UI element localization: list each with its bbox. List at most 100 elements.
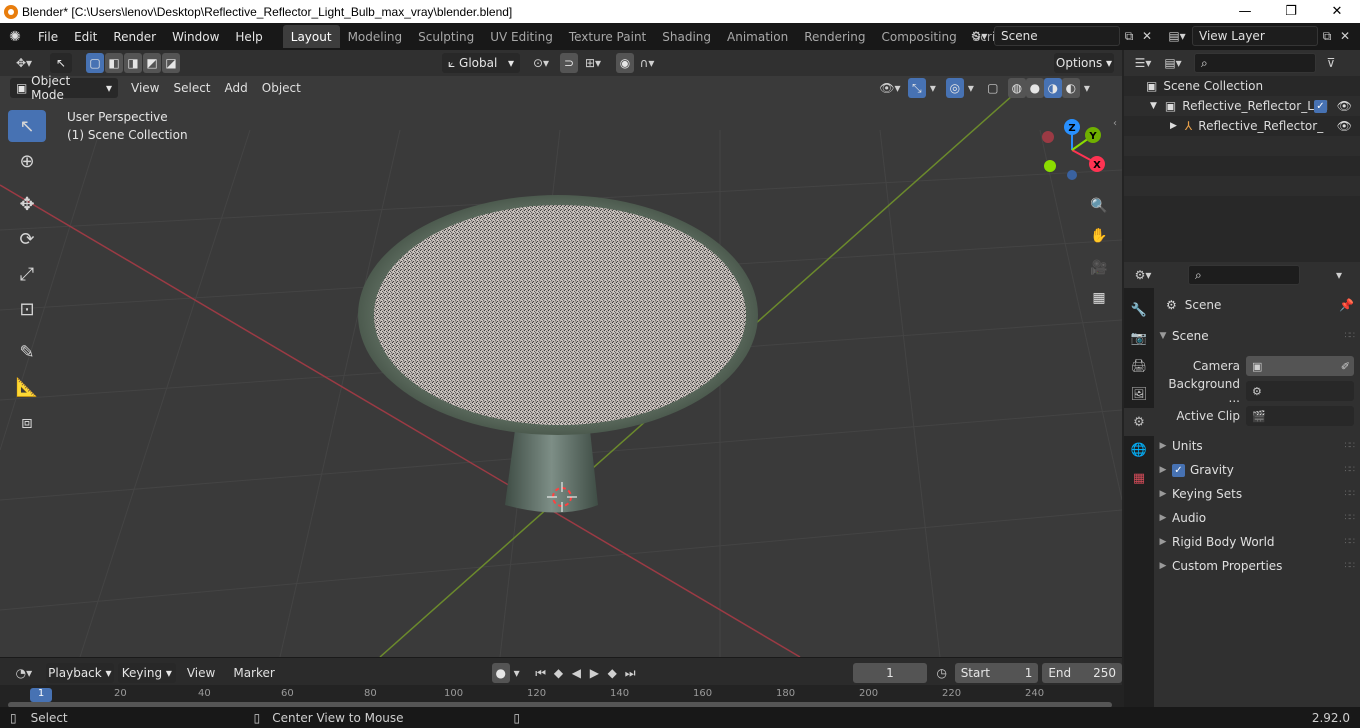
camera-field[interactable]: ▣ ✐ [1246, 356, 1354, 376]
panel-rigid-body-world[interactable]: ▶ Rigid Body World ∷∷ [1154, 530, 1360, 554]
panel-scene[interactable]: ▼ Scene ∷∷ [1154, 324, 1360, 348]
tab-compositing[interactable]: Compositing [873, 25, 964, 48]
chevron-right-icon[interactable]: ▶ [1170, 121, 1177, 131]
drag-handle-icon[interactable]: ∷∷ [1345, 465, 1356, 475]
eye-icon[interactable]: 👁 [1337, 119, 1352, 133]
select-mode-intersect-icon[interactable]: ◪ [162, 53, 180, 73]
drag-handle-icon[interactable]: ∷∷ [1345, 537, 1356, 547]
measure-tool-icon[interactable]: 📐 [8, 371, 46, 403]
background-field[interactable]: ⚙ [1246, 381, 1354, 401]
panel-gravity[interactable]: ▶ ✓ Gravity ∷∷ [1154, 458, 1360, 482]
select-box-icon[interactable]: ↖ [8, 110, 46, 142]
tab-uv-editing[interactable]: UV Editing [482, 25, 561, 48]
select-mode-new-icon[interactable]: ▢ [86, 53, 104, 73]
outliner-search-input[interactable]: ⌕ [1194, 53, 1316, 73]
menu-window[interactable]: Window [164, 23, 227, 50]
timeline-menu-marker[interactable]: Marker [226, 666, 281, 680]
prev-keyframe-icon[interactable]: ◆ [550, 664, 568, 682]
ortho-grid-icon[interactable]: ▦ [1086, 285, 1112, 311]
menu-edit[interactable]: Edit [66, 23, 105, 50]
tab-rendering[interactable]: Rendering [796, 25, 873, 48]
outliner-row-object[interactable]: ▶ ⅄ Reflective_Reflector_ 👁 [1124, 116, 1360, 136]
play-reverse-icon[interactable]: ◀ [567, 664, 585, 682]
playback-dropdown[interactable]: Playback ▾ [45, 663, 114, 683]
properties-search-input[interactable]: ⌕ [1188, 265, 1300, 285]
blender-menu-icon[interactable]: ✺ [0, 29, 30, 45]
gizmo-x-label[interactable]: X [1093, 160, 1101, 171]
xray-icon[interactable]: ▢ [984, 79, 1002, 97]
drag-handle-icon[interactable]: ∷∷ [1345, 489, 1356, 499]
chevron-down-icon[interactable]: ▾ [964, 79, 978, 97]
texture-tab-icon[interactable]: ▦ [1124, 464, 1154, 492]
drag-handle-icon[interactable]: ∷∷ [1345, 441, 1356, 451]
scene-tab-icon[interactable]: ⚙ [1124, 408, 1154, 436]
view-layer-icon[interactable]: ▤▾ [1162, 27, 1192, 45]
delete-view-layer-icon[interactable]: ✕ [1336, 27, 1354, 45]
menu-file[interactable]: File [30, 23, 66, 50]
eye-icon[interactable]: 👁 [1337, 99, 1352, 113]
tab-animation[interactable]: Animation [719, 25, 796, 48]
delete-scene-icon[interactable]: ✕ [1138, 27, 1156, 45]
panel-units[interactable]: ▶ Units ∷∷ [1154, 434, 1360, 458]
pan-hand-icon[interactable]: ✋ [1086, 223, 1112, 249]
active-clip-field[interactable]: 🎬 [1246, 406, 1354, 426]
gizmo-y-label[interactable]: Y [1088, 131, 1097, 142]
menu-render[interactable]: Render [105, 23, 164, 50]
view-layer-tab-icon[interactable]: 🖼 [1124, 380, 1154, 408]
wireframe-shading-icon[interactable]: ◍ [1007, 78, 1026, 98]
mode-dropdown[interactable]: ▣ Object Mode ▾ [10, 74, 118, 102]
keying-dropdown[interactable]: Keying ▾ [117, 663, 176, 683]
move-tool-icon[interactable]: ✥ [8, 188, 46, 220]
world-tab-icon[interactable]: 🌐 [1124, 436, 1154, 464]
scene-name-field[interactable]: Scene [994, 26, 1120, 46]
chevron-down-icon[interactable]: ▾ [1330, 266, 1348, 284]
next-keyframe-icon[interactable]: ◆ [603, 664, 621, 682]
filter-icon[interactable]: ⊽ [1322, 54, 1340, 72]
display-mode-icon[interactable]: ▤▾ [1158, 54, 1188, 72]
minimize-button[interactable]: — [1222, 0, 1268, 23]
clock-icon[interactable]: ◷ [933, 664, 951, 682]
zoom-icon[interactable]: 🔍 [1086, 193, 1112, 219]
eyedropper-icon[interactable]: ✐ [1341, 360, 1350, 373]
tab-sculpting[interactable]: Sculpting [410, 25, 482, 48]
panel-keying-sets[interactable]: ▶ Keying Sets ∷∷ [1154, 482, 1360, 506]
output-tab-icon[interactable]: 🖨 [1124, 352, 1154, 380]
play-icon[interactable]: ▶ [585, 664, 603, 682]
annotate-tool-icon[interactable]: ✎ [8, 336, 46, 368]
transform-orientation-dropdown[interactable]: ⟀ Global ▾ [442, 53, 520, 73]
select-mode-subtract-icon[interactable]: ◨ [124, 53, 142, 73]
timeline-ruler[interactable]: 1 20 40 60 80 100 120 140 160 180 200 22… [0, 685, 1122, 708]
viewport-menu-add[interactable]: Add [218, 81, 255, 95]
properties-editor-icon[interactable]: ⚙▾ [1128, 266, 1158, 284]
chevron-down-icon[interactable]: ▾ [510, 664, 524, 682]
drag-handle-icon[interactable]: ∷∷ [1345, 513, 1356, 523]
close-button[interactable]: ✕ [1314, 0, 1360, 23]
scale-tool-icon[interactable]: ⤢ [8, 258, 46, 290]
snap-target-icon[interactable]: ⊞▾ [578, 54, 608, 72]
snap-toggle-icon[interactable]: ⊃ [560, 53, 578, 73]
proportional-edit-icon[interactable]: ◉ [616, 53, 634, 73]
chevron-down-icon[interactable]: ▾ [1080, 79, 1094, 97]
rotate-tool-icon[interactable]: ⟳ [8, 223, 46, 255]
record-icon[interactable]: ● [491, 663, 510, 683]
material-shading-icon[interactable]: ◑ [1043, 78, 1062, 98]
gizmo-z-label[interactable]: Z [1068, 123, 1075, 134]
drag-handle-icon[interactable]: ∷∷ [1345, 561, 1356, 571]
select-mode-extend-icon[interactable]: ◧ [105, 53, 123, 73]
new-scene-icon[interactable]: ⧉ [1120, 27, 1138, 45]
maximize-button[interactable]: ❐ [1268, 0, 1314, 23]
rendered-shading-icon[interactable]: ◐ [1061, 78, 1080, 98]
playhead[interactable]: 1 [30, 688, 52, 702]
gizmo-toggle-icon[interactable]: ⤡ [907, 78, 926, 98]
viewport-menu-select[interactable]: Select [166, 81, 217, 95]
tab-modeling[interactable]: Modeling [340, 25, 411, 48]
view-layer-field[interactable]: View Layer [1192, 26, 1318, 46]
select-mode-invert-icon[interactable]: ◩ [143, 53, 161, 73]
jump-start-icon[interactable]: ⏮ [532, 664, 550, 682]
tab-shading[interactable]: Shading [654, 25, 719, 48]
options-dropdown[interactable]: Options ▾ [1054, 53, 1114, 73]
pivot-point-icon[interactable]: ⊙▾ [526, 54, 556, 72]
transform-tool-icon[interactable]: ⊡ [8, 293, 46, 325]
jump-end-icon[interactable]: ⏭ [621, 664, 639, 682]
panel-custom-properties[interactable]: ▶ Custom Properties ∷∷ [1154, 554, 1360, 578]
